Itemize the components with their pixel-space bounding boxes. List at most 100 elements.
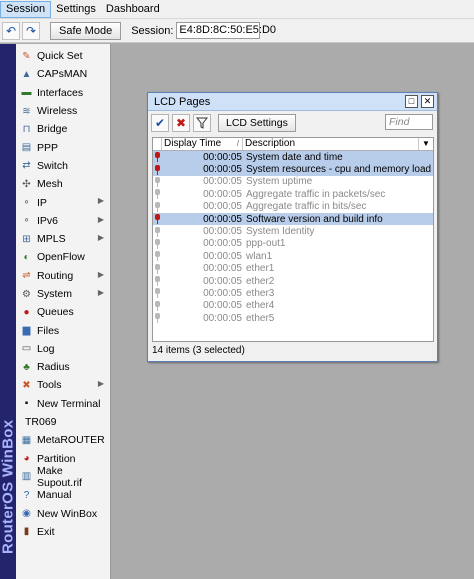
table-row[interactable]: 00:00:05 ether3 <box>153 287 433 299</box>
radius-icon: ♣ <box>23 361 30 373</box>
sidebar-item-ipv6[interactable]: ∘ IPv6 ▶ <box>16 212 110 230</box>
sidebar-item-label: Interfaces <box>37 86 84 99</box>
filter-icon[interactable] <box>193 114 211 132</box>
sidebar-item-mesh[interactable]: ✣ Mesh <box>16 175 110 193</box>
column-header-display-time[interactable]: Display Time / <box>162 138 243 150</box>
lcd-settings-button[interactable]: LCD Settings <box>218 114 296 132</box>
sidebar-item-interfaces[interactable]: ▬ Interfaces <box>16 84 110 102</box>
display-time-cell: 00:00:05 <box>203 287 242 299</box>
pin-inactive-icon <box>155 263 160 274</box>
enable-icon[interactable]: ✔ <box>151 114 169 132</box>
ipv6-icon: ∘ <box>23 215 30 227</box>
sidebar-item-ip[interactable]: ∘ IP ▶ <box>16 193 110 211</box>
sidebar-item-label: Log <box>37 342 55 355</box>
sidebar-item-wireless[interactable]: ≋ Wireless <box>16 102 110 120</box>
table-row[interactable]: 00:00:05 ppp-out1 <box>153 238 433 250</box>
pin-inactive-icon <box>155 189 160 200</box>
sidebar-item-label: IPv6 <box>37 214 59 227</box>
sidebar-item-mpls[interactable]: ⊞ MPLS ▶ <box>16 230 110 248</box>
table-row[interactable]: 00:00:05 wlan1 <box>153 250 433 262</box>
submenu-arrow-icon: ▶ <box>97 269 104 279</box>
safe-mode-button[interactable]: Safe Mode <box>50 21 122 40</box>
submenu-arrow-icon: ▶ <box>97 214 104 224</box>
lcd-pages-window[interactable]: LCD Pages □ ✕ ✔ ✖ LCD Settings Find Disp… <box>147 92 438 362</box>
sidebar-item-label: Quick Set <box>37 50 83 63</box>
sidebar-item-log[interactable]: ▭ Log <box>16 340 110 358</box>
sidebar-item-make-supout-rif[interactable]: ▥ Make Supout.rif <box>16 465 110 489</box>
sidebar-item-switch[interactable]: ⇄ Switch <box>16 157 110 175</box>
pin-active-icon <box>155 152 160 163</box>
description-cell: ether5 <box>246 312 275 324</box>
sidebar-item-queues[interactable]: ● Queues <box>16 303 110 321</box>
description-cell: System date and time <box>246 151 343 163</box>
pin-inactive-icon <box>155 226 160 237</box>
table-row[interactable]: 00:00:05 ether2 <box>153 275 433 287</box>
description-cell: wlan1 <box>246 250 273 262</box>
sidebar-item-ppp[interactable]: ▤ PPP <box>16 138 110 156</box>
sidebar-item-tr069[interactable]: TR069 <box>16 413 110 431</box>
column-header-flag[interactable] <box>153 138 162 150</box>
sidebar-item-manual[interactable]: ? Manual <box>16 486 110 504</box>
sidebar-item-radius[interactable]: ♣ Radius <box>16 358 110 376</box>
sidebar-item-label: Wireless <box>37 105 78 118</box>
table-row[interactable]: 00:00:05 ether5 <box>153 312 433 324</box>
pin-active-icon <box>155 164 160 175</box>
maximize-icon[interactable]: □ <box>405 95 418 108</box>
column-menu-icon[interactable]: ▼ <box>419 138 433 150</box>
table-row[interactable]: 00:00:05 Aggregate traffic in packets/sec <box>153 188 433 200</box>
description-cell: ppp-out1 <box>246 238 286 250</box>
close-icon[interactable]: ✕ <box>421 95 434 108</box>
table-row[interactable]: 00:00:05 Aggregate traffic in bits/sec <box>153 201 433 213</box>
status-bar: 14 items (3 selected) <box>152 345 245 356</box>
window-title-bar[interactable]: LCD Pages □ ✕ <box>148 93 437 111</box>
sidebar-item-new-terminal[interactable]: ▪ New Terminal <box>16 395 110 413</box>
find-input[interactable]: Find <box>385 114 433 130</box>
sidebar-item-tools[interactable]: ✖ Tools ▶ <box>16 376 110 394</box>
display-time-cell: 00:00:05 <box>203 263 242 275</box>
column-header-description[interactable]: Description <box>243 138 419 150</box>
sidebar-item-bridge[interactable]: ⊓ Bridge <box>16 120 110 138</box>
metarouter-icon: ▦ <box>21 434 32 446</box>
table-row[interactable]: 00:00:05 ether1 <box>153 263 433 275</box>
sidebar-item-label: Tools <box>37 379 62 392</box>
routing-icon: ⇌ <box>22 270 31 282</box>
menu-settings[interactable]: Settings <box>51 1 101 18</box>
sidebar-item-label: IP <box>37 196 47 209</box>
table-row[interactable]: 00:00:05 Software version and build info <box>153 212 433 226</box>
table-row[interactable]: 00:00:05 System uptime <box>153 176 433 188</box>
sidebar-item-system[interactable]: ⚙ System ▶ <box>16 285 110 303</box>
menu-dashboard[interactable]: Dashboard <box>101 1 165 18</box>
description-cell: ether1 <box>246 263 275 275</box>
sidebar-item-new-winbox[interactable]: ◉ New WinBox <box>16 504 110 522</box>
system-icon: ⚙ <box>22 288 31 300</box>
menu-bar: Session Settings Dashboard <box>0 0 474 19</box>
pin-inactive-icon <box>155 238 160 249</box>
sidebar-item-label: Exit <box>37 525 55 538</box>
sidebar-item-metarouter[interactable]: ▦ MetaROUTER <box>16 431 110 449</box>
sidebar-item-label: Mesh <box>37 178 63 191</box>
sort-icon: / <box>236 139 239 148</box>
sidebar-item-files[interactable]: ▆ Files <box>16 321 110 339</box>
exit-icon: ▮ <box>23 526 30 538</box>
sidebar-item-exit[interactable]: ▮ Exit <box>16 523 110 541</box>
pin-inactive-icon <box>155 276 160 287</box>
table-row[interactable]: 00:00:05 ether4 <box>153 300 433 312</box>
window-toolbar: ✔ ✖ LCD Settings Find <box>148 111 437 135</box>
display-time-cell: 00:00:05 <box>203 275 242 287</box>
session-field[interactable]: E4:8D:8C:50:E5:D0 <box>176 22 276 39</box>
undo-icon[interactable]: ↶ <box>2 21 20 40</box>
description-cell: ether3 <box>246 287 275 299</box>
sidebar-item-routing[interactable]: ⇌ Routing ▶ <box>16 267 110 285</box>
sidebar-item-label: New WinBox <box>37 507 98 520</box>
table-row[interactable]: 00:00:05 System date and time <box>153 151 433 164</box>
redo-icon[interactable]: ↷ <box>22 21 40 40</box>
ip-icon: ∘ <box>23 197 30 209</box>
sidebar-item-openflow[interactable]: ◐ OpenFlow <box>16 248 110 266</box>
sidebar-item-capsman[interactable]: ▲ CAPsMAN <box>16 65 110 83</box>
table-row[interactable]: 00:00:05 System resources - cpu and memor… <box>153 163 433 176</box>
sidebar-item-quick-set[interactable]: ✎ Quick Set <box>16 47 110 65</box>
menu-session[interactable]: Session <box>0 0 52 18</box>
table-row[interactable]: 00:00:05 System Identity <box>153 225 433 237</box>
display-time-cell: 00:00:05 <box>203 176 242 188</box>
disable-icon[interactable]: ✖ <box>172 114 190 132</box>
